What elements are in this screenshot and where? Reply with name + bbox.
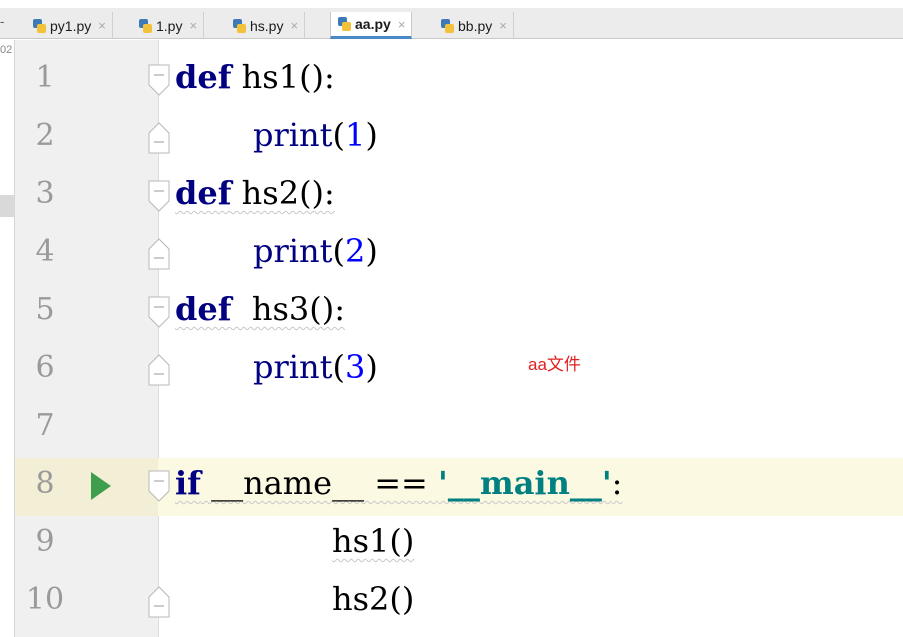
code-line[interactable]: 5 def hs3(): — [15, 284, 903, 342]
string-literal: '__main__' — [438, 464, 612, 502]
code-line-current[interactable]: 8 if __name__ == '__main__': — [15, 458, 903, 516]
code-line[interactable]: 10 hs2() — [15, 574, 903, 632]
code-line[interactable]: 3 def hs2(): — [15, 168, 903, 226]
tab-label: hs.py — [250, 17, 284, 34]
function-signature: hs1(): — [231, 58, 335, 96]
code-text: if __name__ == '__main__': — [175, 464, 623, 502]
project-panel-edge: 02 — [0, 40, 15, 637]
tab-label: py1.py — [50, 17, 92, 34]
keyword-if: if — [175, 464, 201, 502]
keyword-def: def — [175, 174, 232, 212]
number-literal: 1 — [344, 116, 366, 154]
tab-1[interactable]: 1.py × — [132, 12, 205, 39]
close-icon[interactable]: × — [499, 18, 507, 33]
code-line[interactable]: 7 — [15, 400, 903, 458]
close-icon[interactable]: × — [98, 18, 106, 33]
line-number: 9 — [35, 524, 55, 559]
function-signature: hs3(): — [231, 290, 345, 328]
number-literal: 3 — [344, 348, 366, 386]
editor-tab-bar: - py1.py × 1.py × hs.py × aa.py × bb.py … — [0, 8, 903, 39]
line-number: 4 — [35, 234, 55, 269]
line-number: 2 — [35, 118, 55, 153]
line-number: 8 — [35, 466, 55, 501]
close-icon[interactable]: × — [398, 17, 406, 32]
line-number: 6 — [35, 350, 55, 385]
function-signature: hs2(): — [231, 174, 335, 212]
line-number: 10 — [25, 582, 65, 617]
code-text: def hs3(): — [175, 290, 345, 328]
code-line[interactable]: 2 print(1) — [15, 110, 903, 168]
tab-label: 1.py — [156, 17, 183, 34]
code-text: def hs1(): — [175, 58, 335, 96]
fold-end-icon[interactable] — [148, 354, 172, 386]
python-file-icon — [33, 18, 46, 33]
code-line[interactable]: 9 hs1() — [15, 516, 903, 574]
annotation-label: aa文件 — [528, 355, 581, 374]
code-text: hs1() — [332, 522, 415, 560]
tab-bb[interactable]: bb.py × — [434, 12, 514, 39]
fold-end-icon[interactable] — [148, 238, 172, 270]
builtin-print: print — [253, 116, 333, 154]
line-number: 1 — [35, 60, 55, 95]
fold-icon[interactable] — [148, 64, 172, 96]
fold-end-icon[interactable] — [148, 122, 172, 154]
tab-hs[interactable]: hs.py × — [226, 12, 306, 39]
code-text: print(3) — [253, 348, 378, 386]
fold-icon[interactable] — [148, 296, 172, 328]
number-literal: 2 — [344, 232, 366, 270]
tab-py1[interactable]: py1.py × — [26, 12, 113, 39]
tab-bar-overflow[interactable]: - — [0, 14, 10, 29]
keyword-def: def — [175, 290, 232, 328]
code-text: def hs2(): — [175, 174, 335, 212]
panel-selection — [0, 195, 14, 217]
line-number: 3 — [35, 176, 55, 211]
panel-text-fragment: 02 — [0, 44, 13, 56]
keyword-def: def — [175, 58, 232, 96]
python-file-icon — [233, 18, 246, 33]
code-text: print(1) — [253, 116, 378, 154]
line-number: 5 — [35, 292, 55, 327]
python-file-icon — [441, 18, 454, 33]
line-number: 7 — [35, 408, 55, 443]
fold-icon[interactable] — [148, 470, 172, 502]
builtin-print: print — [253, 232, 333, 270]
tab-label: bb.py — [458, 17, 493, 34]
tab-label: aa.py — [355, 16, 391, 32]
run-icon[interactable] — [91, 472, 111, 500]
close-icon[interactable]: × — [290, 18, 298, 33]
code-text: print(2) — [253, 232, 378, 270]
close-icon[interactable]: × — [189, 18, 197, 33]
fold-icon[interactable] — [148, 180, 172, 212]
code-line[interactable]: 1 def hs1(): — [15, 52, 903, 110]
tab-aa[interactable]: aa.py × — [330, 12, 413, 39]
builtin-print: print — [253, 348, 333, 386]
code-line[interactable]: 6 print(3) — [15, 342, 903, 400]
code-text: hs2() — [332, 580, 415, 618]
fold-end-icon[interactable] — [148, 586, 172, 618]
code-line[interactable]: 4 print(2) — [15, 226, 903, 284]
python-file-icon — [139, 18, 152, 33]
dunder-name: __name__ == — [200, 464, 439, 502]
python-file-icon — [338, 17, 351, 31]
